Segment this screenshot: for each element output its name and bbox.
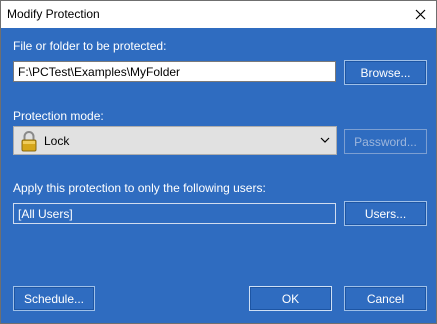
protection-mode-select[interactable]: Lock bbox=[13, 126, 337, 155]
password-button[interactable]: Password... bbox=[344, 129, 427, 154]
protection-mode-value: Lock bbox=[44, 133, 70, 148]
modify-protection-dialog: Modify Protection File or folder to be p… bbox=[0, 0, 437, 324]
dialog-body: File or folder to be protected: F:\PCTes… bbox=[1, 28, 436, 323]
users-button[interactable]: Users... bbox=[344, 201, 427, 226]
chevron-down-icon bbox=[320, 137, 330, 143]
close-icon bbox=[415, 9, 425, 20]
padlock-icon bbox=[21, 130, 37, 151]
protection-mode-label: Protection mode: bbox=[13, 109, 104, 123]
path-label: File or folder to be protected: bbox=[13, 39, 167, 53]
users-field: [All Users] bbox=[13, 203, 336, 224]
cancel-button[interactable]: Cancel bbox=[344, 286, 427, 311]
path-input[interactable]: F:\PCTest\Examples\MyFolder bbox=[13, 61, 336, 82]
close-button[interactable] bbox=[404, 1, 436, 28]
users-label: Apply this protection to only the follow… bbox=[13, 181, 266, 195]
window-title: Modify Protection bbox=[7, 7, 100, 21]
ok-button[interactable]: OK bbox=[249, 286, 332, 311]
schedule-button[interactable]: Schedule... bbox=[13, 286, 95, 311]
title-bar: Modify Protection bbox=[1, 1, 436, 28]
browse-button[interactable]: Browse... bbox=[344, 60, 427, 85]
